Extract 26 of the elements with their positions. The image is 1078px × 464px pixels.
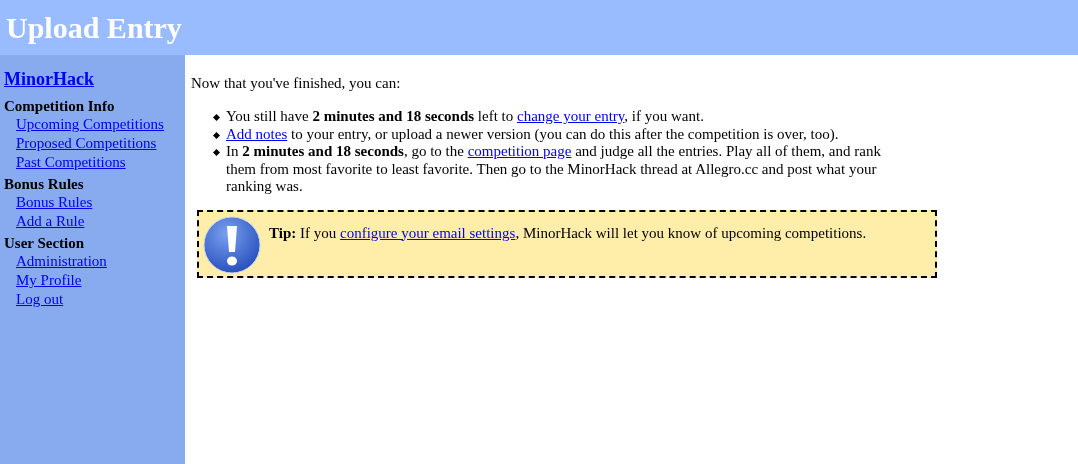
sentence: Tip: If you configure your email settings, MinorHack will let you know of upcoming competitions.	[269, 224, 867, 241]
bullet-icon	[213, 149, 220, 156]
nav-link[interactable]: Proposed Competitions	[16, 134, 157, 153]
bullet-icon	[213, 131, 220, 139]
text-link[interactable]: competition page	[467, 143, 572, 159]
sentence: You still have 2 minutes and 18 seconds left to change your entry, if you want.	[226, 108, 704, 126]
intro-text: Now that you've finished, you can:	[191, 75, 402, 92]
text-link[interactable]: configure your email settings	[340, 224, 516, 241]
nav-link[interactable]: Past Competitions	[16, 153, 126, 172]
nav-link[interactable]: Upcoming Competitions	[16, 115, 164, 134]
text-link[interactable]: Add notes	[226, 125, 288, 142]
section-heading: Bonus Rules	[4, 176, 85, 193]
bullet-icon	[213, 114, 220, 121]
text-link[interactable]: change your entry	[517, 108, 625, 124]
section-heading: User Section	[4, 235, 86, 252]
sentence: In 2 minutes and 18 seconds, go to the competition page and judge all the entries. Play all of them, and rank them from most favorite to least favorite. Then go to the MinorHack thread at Allegro.cc and post what your ranking was.	[226, 143, 882, 196]
section-heading: Competition Info	[4, 98, 116, 115]
exclamation-icon	[203, 215, 261, 274]
nav-link[interactable]: Log out	[16, 290, 64, 309]
nav-link[interactable]: Bonus Rules	[16, 193, 93, 212]
page-title: Upload Entry	[6, 10, 182, 45]
nav-link[interactable]: My Profile	[16, 271, 82, 290]
nav-link[interactable]: Administration	[16, 252, 107, 271]
site-link[interactable]: MinorHack	[4, 69, 94, 90]
sentence: Add notes to your entry, or upload a newer version (you can do this after the competition is over, too).	[226, 125, 839, 143]
nav-link[interactable]: Add a Rule	[16, 212, 85, 231]
